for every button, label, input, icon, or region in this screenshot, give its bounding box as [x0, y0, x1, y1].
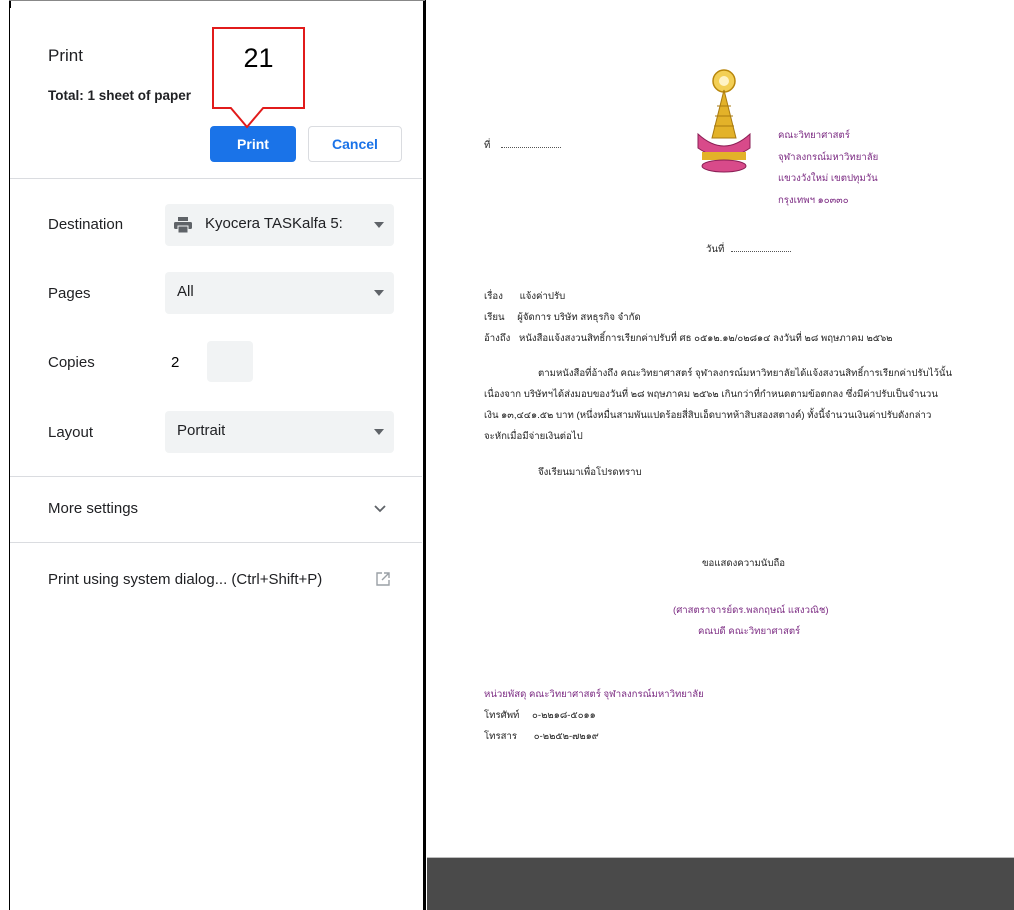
frame-divider: [423, 0, 426, 910]
doc-body-line-1: ตามหนังสือที่อ้างถึง คณะวิทยาศาสตร์ จุฬา…: [538, 368, 953, 379]
callout-pointer: [230, 107, 264, 129]
divider: [10, 178, 422, 179]
destination-label: Destination: [48, 216, 124, 233]
chevron-down-icon: [374, 290, 384, 296]
frame-top-border: [9, 0, 425, 1]
print-preview: ที่ คณะวิทยาศาสตร์ จุฬาลงกรณ์มหาวิทยาลัย…: [427, 0, 1014, 910]
doc-no: ที่: [484, 138, 561, 153]
pages-value: All: [177, 283, 194, 300]
copies-label: Copies: [48, 354, 95, 371]
preview-background: [427, 858, 1014, 910]
doc-fax: โทรสาร ๐-๒๒๕๒-๗๒๑๙: [484, 731, 599, 742]
more-settings-toggle[interactable]: More settings: [48, 500, 398, 517]
doc-date: วันที่: [706, 242, 791, 257]
print-button[interactable]: Print: [210, 126, 296, 162]
doc-phone: โทรศัพท์ ๐-๒๒๑๘-๕๐๑๑: [484, 710, 596, 721]
destination-select[interactable]: Kyocera TASKalfa 5:: [165, 204, 394, 246]
doc-reference: อ้างถึง หนังสือแจ้งสงวนสิทธิ์การเรียกค่า…: [484, 333, 893, 344]
doc-body-line-2: เนื่องจาก บริษัทฯได้ส่งมอบของวันที่ ๒๘ พ…: [484, 389, 938, 400]
doc-regards: ขอแสดงความนับถือ: [702, 558, 786, 569]
more-settings-label: More settings: [48, 500, 139, 517]
callout-number: 21: [243, 43, 274, 73]
doc-faculty: คณะวิทยาศาสตร์: [778, 130, 850, 141]
cancel-button[interactable]: Cancel: [308, 126, 402, 162]
doc-to: เรียน ผู้จัดการ บริษัท สหธุรกิจ จำกัด: [484, 312, 641, 323]
layout-select[interactable]: Portrait: [165, 411, 394, 453]
chevron-down-icon: [374, 222, 384, 228]
doc-unit: หน่วยพัสดุ คณะวิทยาศาสตร์ จุฬาลงกรณ์มหาว…: [484, 689, 704, 700]
doc-body-line-4: จะหักเมื่อมีจ่ายเงินต่อไป: [484, 431, 583, 442]
destination-value: Kyocera TASKalfa 5:: [205, 215, 343, 232]
doc-body-line-3: เงิน ๑๓,๔๔๑.๕๒ บาท (หนึ่งหมื่นสามพันแปดร…: [484, 410, 932, 421]
doc-district: แขวงวังใหม่ เขตปทุมวัน: [778, 173, 878, 184]
open-in-new-icon[interactable]: [376, 572, 390, 586]
doc-signer: (ศาสตราจารย์ดร.พลกฤษณ์ แสงวณิช): [673, 605, 829, 616]
doc-signer-title: คณบดี คณะวิทยาศาสตร์: [698, 626, 801, 637]
pages-select[interactable]: All: [165, 272, 394, 314]
layout-value: Portrait: [177, 422, 226, 439]
university-emblem-icon: [697, 69, 751, 173]
system-dialog-link[interactable]: Print using system dialog... (Ctrl+Shift…: [48, 571, 322, 588]
layout-label: Layout: [48, 424, 94, 441]
doc-university: จุฬาลงกรณ์มหาวิทยาลัย: [778, 152, 879, 163]
divider: [10, 542, 422, 543]
copies-input[interactable]: [207, 341, 253, 382]
doc-closing-request: จึงเรียนมาเพื่อโปรดทราบ: [538, 467, 642, 478]
sheet-total: Total: 1 sheet of paper: [48, 88, 192, 103]
doc-no-blank: [501, 147, 561, 148]
doc-city: กรุงเทพฯ ๑๐๓๓๐: [778, 195, 849, 206]
chevron-down-icon: [374, 429, 384, 435]
print-settings-panel: Print Total: 1 sheet of paper Print Canc…: [10, 8, 422, 910]
divider: [10, 476, 422, 477]
doc-date-blank: [730, 251, 791, 252]
expand-more-icon[interactable]: [374, 505, 386, 513]
printer-icon: [174, 217, 192, 233]
dialog-title: Print: [48, 46, 83, 65]
pages-label: Pages: [48, 285, 91, 302]
annotation-callout: 21: [212, 27, 305, 109]
copies-value: 2: [171, 354, 180, 371]
doc-subject: เรื่อง แจ้งค่าปรับ: [484, 291, 566, 302]
system-dialog-label: Print using system dialog... (Ctrl+Shift…: [48, 571, 323, 588]
